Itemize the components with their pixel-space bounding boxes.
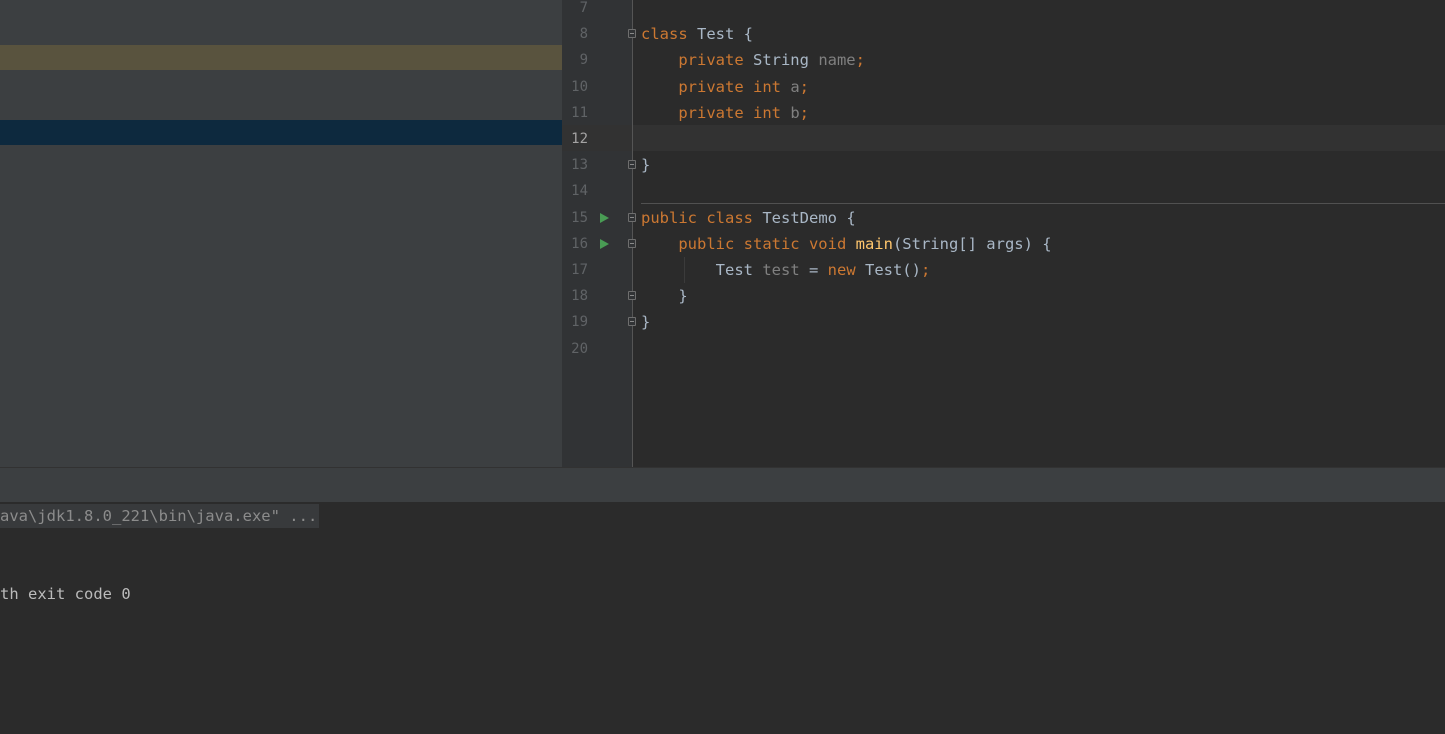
line-number: 11 — [571, 104, 588, 121]
code-text: public static void main(String[] args) { — [641, 231, 1052, 257]
code-token: String — [752, 51, 819, 70]
code-token: } — [641, 287, 688, 306]
code-token: (String[] args) { — [892, 234, 1052, 253]
code-text: class Test { — [641, 21, 753, 47]
fold-icon[interactable] — [628, 238, 636, 248]
line-number: 20 — [571, 340, 588, 357]
code-text: private String name; — [641, 47, 865, 73]
code-line[interactable]: 14 — [562, 178, 1445, 204]
code-token: ; — [799, 77, 809, 96]
code-text: private int b; — [641, 100, 809, 126]
line-number: 12 — [571, 131, 588, 147]
code-line[interactable]: 15 public class TestDemo { — [562, 205, 1445, 231]
line-number: 7 — [579, 0, 588, 16]
code-text: } — [641, 309, 650, 335]
code-line[interactable]: 18 } — [562, 283, 1445, 309]
code-text: } — [641, 283, 688, 309]
code-token: public class — [641, 208, 763, 227]
line-number: 19 — [571, 314, 588, 331]
code-token: new — [827, 261, 865, 279]
project-tool-window — [0, 0, 562, 467]
project-tree-row-highlighted[interactable] — [0, 45, 562, 70]
fold-icon[interactable] — [628, 29, 636, 39]
code-line[interactable]: 17 Test test = new Test(); — [562, 257, 1445, 283]
code-text: } — [641, 152, 650, 178]
fold-icon[interactable] — [628, 212, 636, 222]
code-line[interactable]: 8 class Test { — [562, 21, 1445, 47]
code-line[interactable]: 9 private String name; — [562, 47, 1445, 73]
line-number: 13 — [571, 157, 588, 174]
code-token: TestDemo { — [762, 208, 856, 227]
code-token: } — [641, 156, 651, 175]
code-token: a — [790, 77, 800, 96]
code-token: class — [641, 25, 697, 44]
line-number: 8 — [579, 26, 588, 43]
line-number: 14 — [571, 183, 588, 200]
code-line[interactable]: 13} — [562, 152, 1445, 178]
code-token: Test — [641, 261, 763, 279]
line-number: 17 — [571, 262, 588, 278]
line-number: 15 — [571, 209, 588, 226]
project-tree-row-selected[interactable] — [0, 120, 562, 145]
code-line[interactable]: 19} — [562, 309, 1445, 335]
code-line[interactable]: 20 — [562, 336, 1445, 362]
code-text: public class TestDemo { — [641, 205, 856, 231]
line-number: 10 — [571, 78, 588, 95]
fold-icon[interactable] — [628, 317, 636, 327]
fold-icon[interactable] — [628, 291, 636, 301]
code-token: private — [678, 51, 753, 70]
line-number: 18 — [571, 288, 588, 305]
code-text: Test test = new Test(); — [641, 257, 931, 283]
code-line[interactable]: 11 private int b; — [562, 100, 1445, 126]
line-number: 16 — [571, 235, 588, 252]
run-tool-window-header — [0, 467, 1445, 502]
code-token: Test() — [864, 261, 921, 279]
code-token: test — [762, 261, 800, 279]
line-number: 9 — [579, 52, 588, 69]
run-gutter-icon[interactable] — [600, 238, 609, 249]
code-token: Test { — [697, 25, 753, 44]
run-console[interactable]: ava\jdk1.8.0_221\bin\java.exe" ... th ex… — [0, 502, 1445, 734]
code-token: = — [799, 261, 828, 279]
code-token: private int — [678, 103, 791, 122]
console-exit-line: th exit code 0 — [0, 585, 131, 603]
code-token: ; — [920, 261, 931, 279]
code-token: main — [855, 234, 893, 253]
code-line[interactable]: 10 private int a; — [562, 74, 1445, 100]
code-editor[interactable]: 7 8 class Test {9 private String name; 10 p… — [562, 0, 1445, 467]
code-text: private int a; — [641, 74, 809, 100]
code-line[interactable]: 12 — [562, 126, 1445, 152]
code-token: name — [818, 51, 856, 70]
code-token: b — [790, 103, 800, 122]
console-command-line[interactable]: ava\jdk1.8.0_221\bin\java.exe" ... — [0, 504, 320, 528]
code-token: public static void — [678, 234, 856, 253]
code-token: ; — [855, 51, 865, 70]
fold-icon[interactable] — [628, 160, 636, 170]
run-gutter-icon[interactable] — [600, 212, 609, 223]
code-token: ; — [799, 103, 809, 122]
code-token: } — [641, 313, 651, 332]
code-line[interactable]: 16 public static void main(String[] args… — [562, 231, 1445, 257]
code-token: private int — [678, 77, 791, 96]
code-line[interactable]: 7 — [562, 0, 1445, 21]
